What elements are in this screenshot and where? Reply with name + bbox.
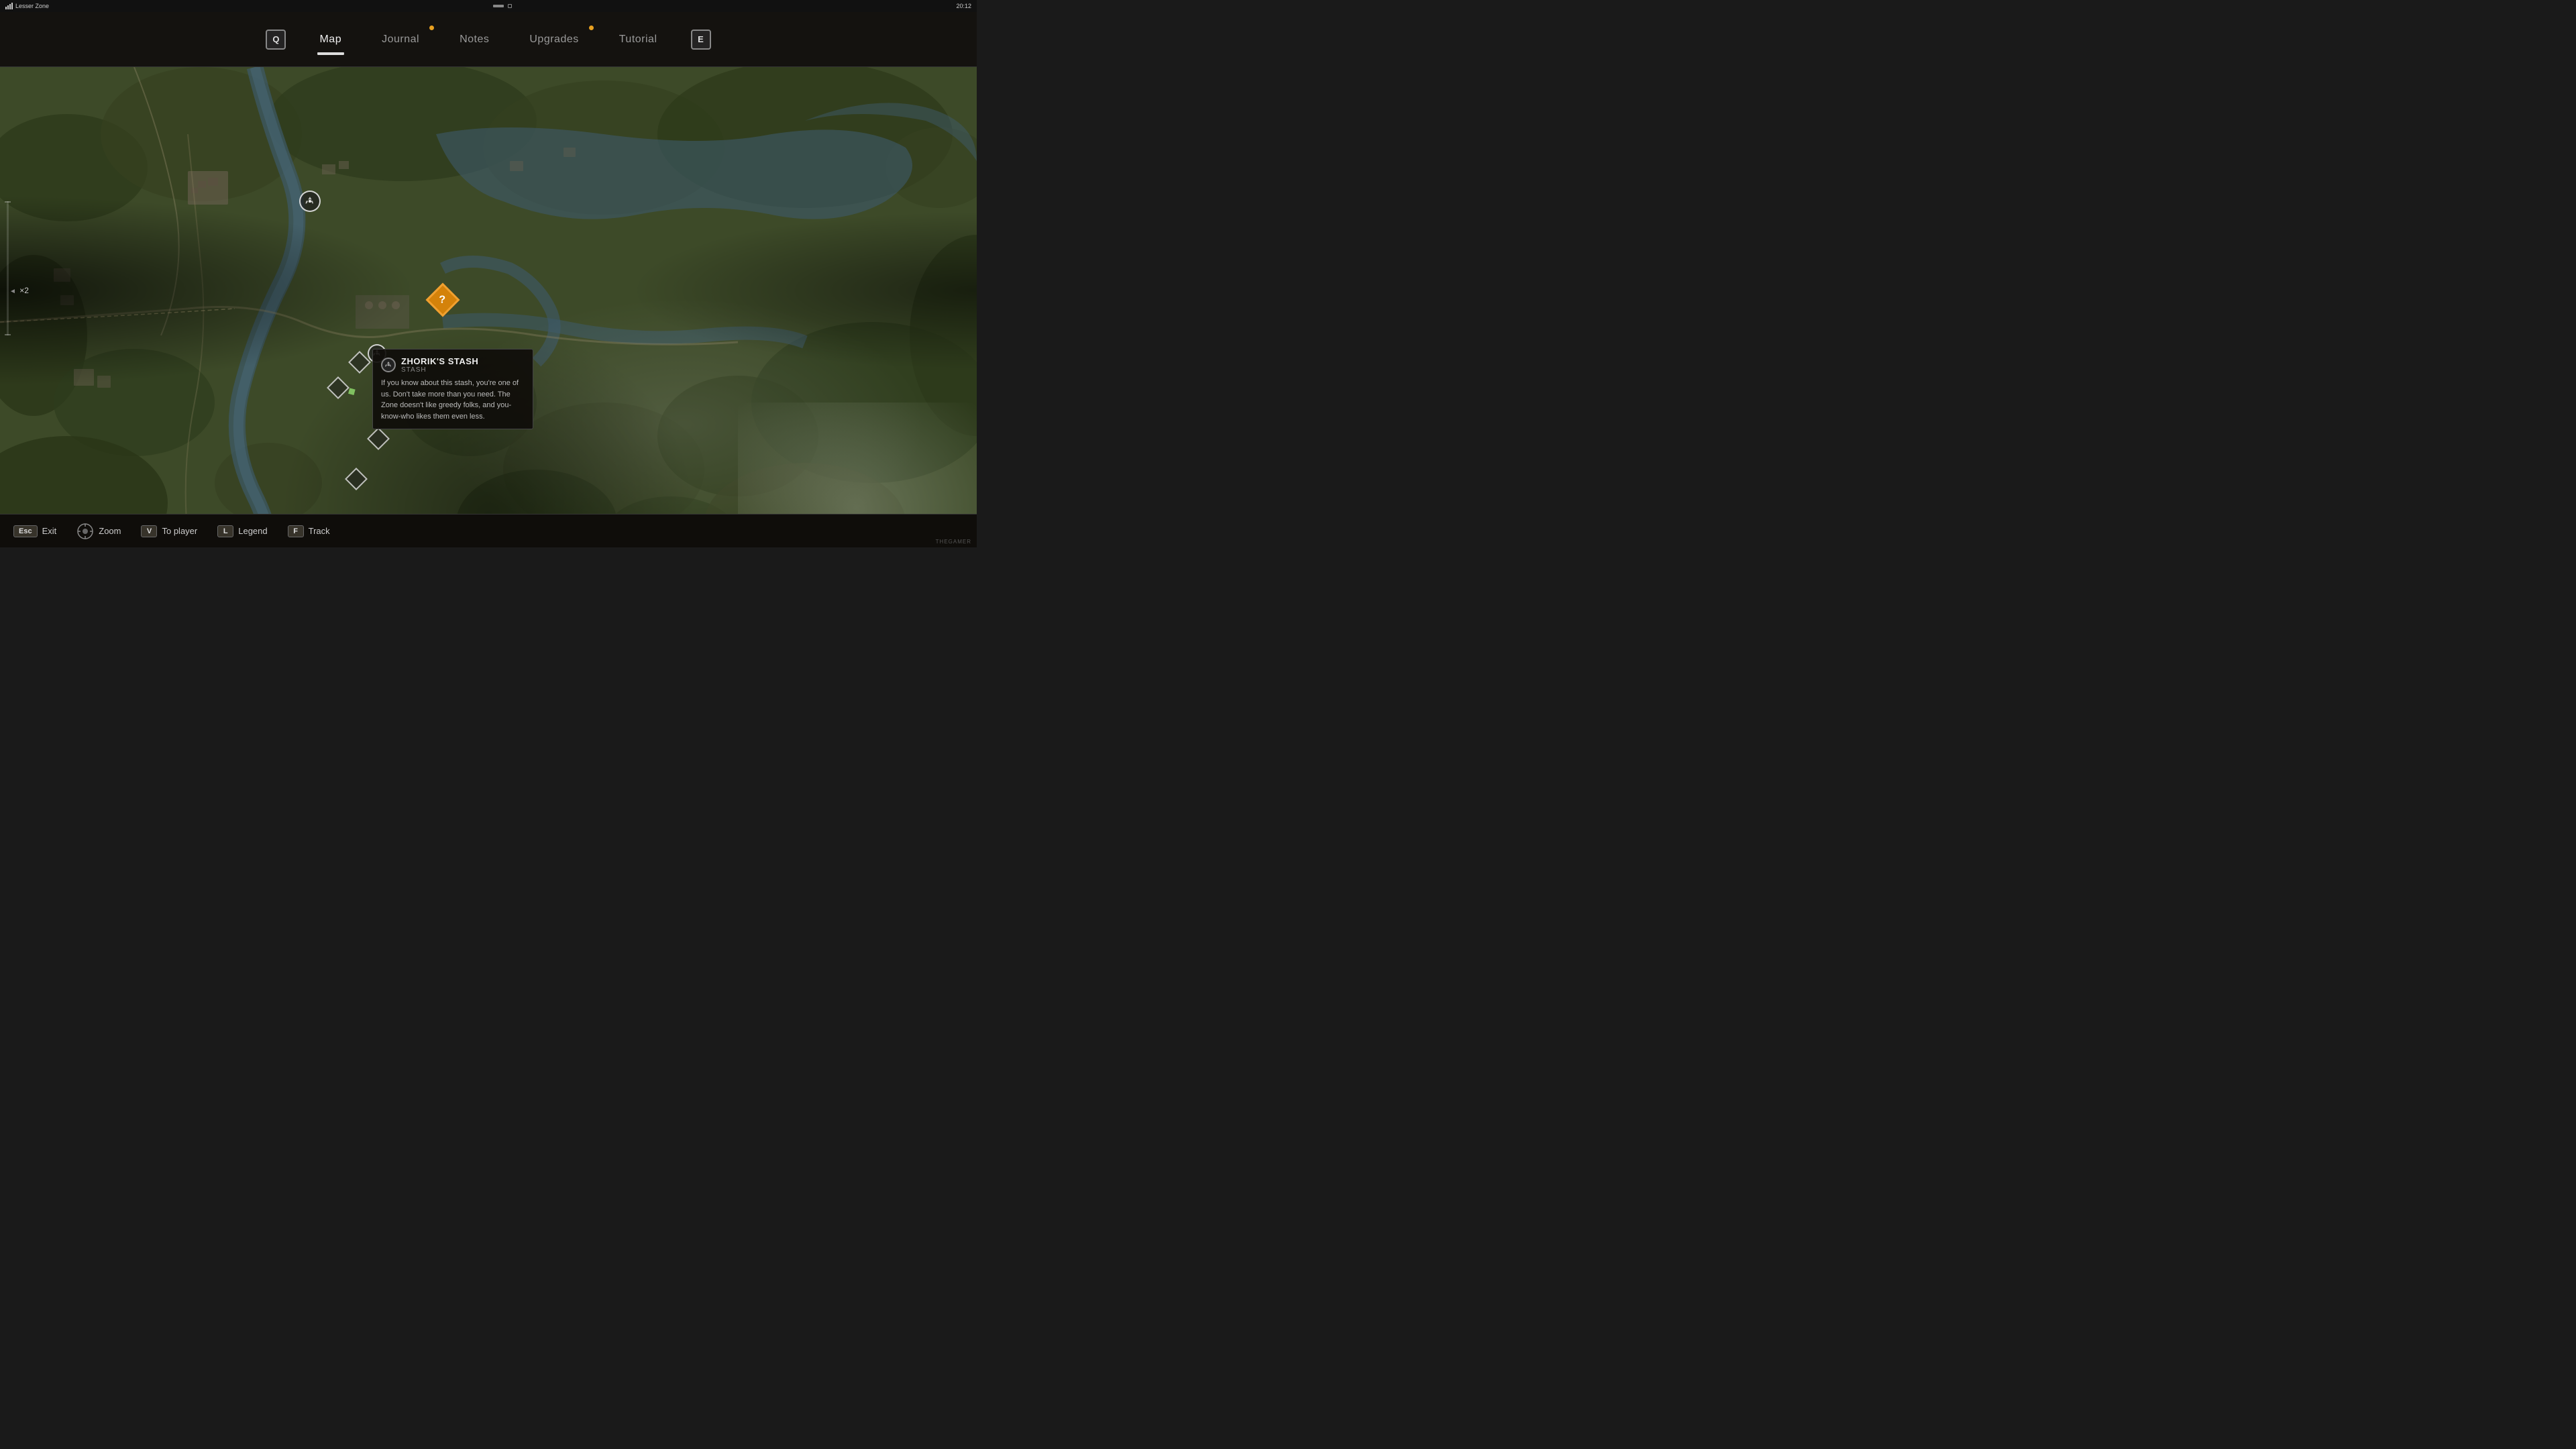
action-to-player[interactable]: V To player	[141, 525, 197, 537]
key-esc[interactable]: Esc	[13, 525, 38, 537]
track-label: Track	[309, 526, 330, 536]
nav-key-q[interactable]: Q	[266, 30, 286, 50]
bottom-bar: Esc Exit Zoom V To player L Legend F Tra…	[0, 514, 977, 547]
action-zoom[interactable]: Zoom	[76, 523, 121, 540]
clock: 20:12	[956, 3, 971, 9]
action-track[interactable]: F Track	[288, 525, 330, 537]
watermark: TheGamer	[936, 539, 971, 545]
tab-journal[interactable]: Journal	[362, 28, 439, 51]
exit-label: Exit	[42, 526, 57, 536]
map-background	[0, 67, 977, 514]
top-bar: Lesser Zone 20:12	[0, 0, 977, 12]
tab-tutorial[interactable]: Tutorial	[599, 28, 678, 51]
scale-bar	[7, 201, 9, 335]
zoom-icon	[76, 523, 94, 540]
nav-bar: Q Map Journal Notes Upgrades Tutorial E	[0, 12, 977, 67]
tooltip-body: If you know about this stash, you're one…	[381, 378, 525, 422]
radiation-marker-1[interactable]	[299, 191, 321, 212]
stash-marker-3[interactable]	[378, 439, 394, 455]
tooltip-header: ZHORIK'S STASH STASH	[381, 356, 525, 374]
zoom-indicator: ◄ ×2	[9, 286, 29, 295]
to-player-label: To player	[162, 526, 197, 536]
key-f[interactable]: F	[288, 525, 304, 537]
stash-marker-4[interactable]	[356, 479, 372, 495]
action-exit[interactable]: Esc Exit	[13, 525, 56, 537]
zoom-label: Zoom	[99, 526, 121, 536]
tab-notes[interactable]: Notes	[439, 28, 509, 51]
map-container[interactable]: ◄ ×2 ?	[0, 67, 977, 514]
stash-marker-2[interactable]	[338, 388, 354, 404]
tooltip-icon	[381, 358, 396, 372]
tooltip-subtitle: STASH	[401, 366, 478, 374]
zone-label: Lesser Zone	[5, 3, 49, 9]
legend-label: Legend	[238, 526, 267, 536]
zone-text: Lesser Zone	[15, 3, 49, 9]
nav-key-e[interactable]: E	[691, 30, 711, 50]
tab-map[interactable]: Map	[299, 28, 362, 51]
stash-tooltip: ZHORIK'S STASH STASH If you know about t…	[372, 349, 533, 429]
key-l[interactable]: L	[217, 525, 233, 537]
terrain-svg	[0, 67, 977, 514]
key-v[interactable]: V	[141, 525, 157, 537]
upgrades-dot	[589, 25, 594, 30]
action-legend[interactable]: L Legend	[217, 525, 267, 537]
quest-marker[interactable]: ?	[428, 285, 458, 315]
journal-dot	[429, 25, 434, 30]
tooltip-title: ZHORIK'S STASH	[401, 356, 478, 366]
tab-upgrades[interactable]: Upgrades	[509, 28, 598, 51]
signal-bars	[5, 3, 13, 9]
